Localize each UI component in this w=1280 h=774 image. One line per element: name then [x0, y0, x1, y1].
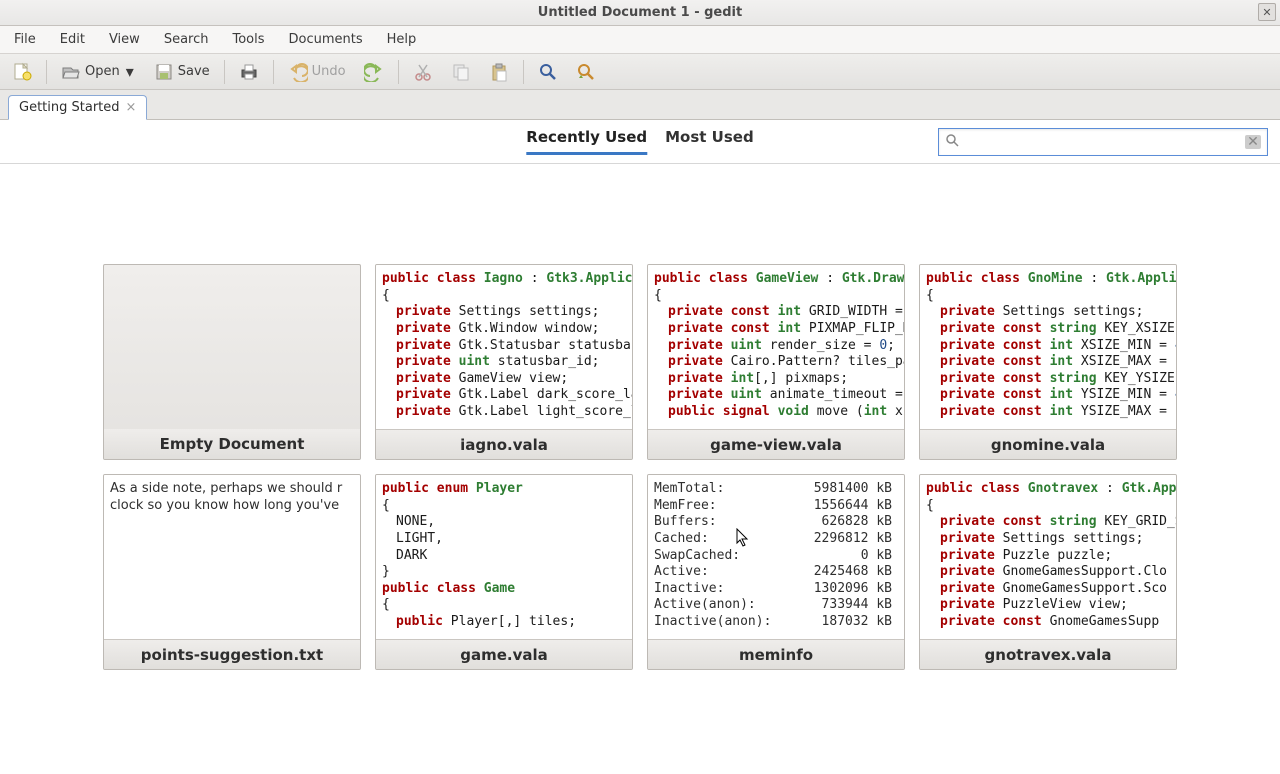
undo-icon [288, 62, 308, 82]
view-recently-used[interactable]: Recently Used [526, 128, 647, 155]
search-input[interactable] [963, 133, 1241, 150]
find-replace-icon [576, 62, 596, 82]
card-preview: public enum Player{NONE,LIGHT,DARK}publi… [376, 475, 632, 639]
card-title: points-suggestion.txt [104, 639, 360, 669]
toolbar-sep [273, 60, 274, 84]
menu-search[interactable]: Search [154, 29, 219, 50]
card-title: meminfo [648, 639, 904, 669]
tab-label: Getting Started [19, 100, 120, 115]
open-button[interactable]: Open ▾ [55, 59, 142, 85]
window-close-button[interactable]: ✕ [1258, 3, 1276, 21]
clear-search-icon[interactable]: ✕ [1245, 135, 1261, 149]
toolbar-sep [398, 60, 399, 84]
card-preview: public class GameView : Gtk.Draw{private… [648, 265, 904, 429]
card-gnotravex-vala[interactable]: public class Gnotravex : Gtk.Appli{priva… [919, 474, 1177, 670]
paste-button[interactable] [483, 59, 515, 85]
copy-button[interactable] [445, 59, 477, 85]
open-dropdown-icon[interactable]: ▾ [124, 62, 136, 82]
card-title: iagno.vala [376, 429, 632, 459]
document-save-icon [154, 62, 174, 82]
toolbar-sep [523, 60, 524, 84]
new-document-button[interactable] [6, 59, 38, 85]
toolbar-sep [46, 60, 47, 84]
card-gnomine-vala[interactable]: public class GnoMine : Gtk.Applica{priva… [919, 264, 1177, 460]
card-title: game.vala [376, 639, 632, 669]
copy-icon [451, 62, 471, 82]
card-game-vala[interactable]: public enum Player{NONE,LIGHT,DARK}publi… [375, 474, 633, 670]
undo-button[interactable]: Undo [282, 59, 352, 85]
card-title: gnomine.vala [920, 429, 1176, 459]
document-open-icon [61, 62, 81, 82]
menu-edit[interactable]: Edit [50, 29, 95, 50]
card-game-view-vala[interactable]: public class GameView : Gtk.Draw{private… [647, 264, 905, 460]
cut-icon [413, 62, 433, 82]
tab-getting-started[interactable]: Getting Started × [8, 95, 147, 120]
recent-documents-grid: Empty Document public class Iagno : Gtk3… [0, 164, 1280, 670]
tab-close-icon[interactable]: × [126, 100, 137, 115]
menu-documents[interactable]: Documents [279, 29, 373, 50]
document-tabbar: Getting Started × [0, 90, 1280, 120]
document-new-icon [12, 62, 32, 82]
menu-file[interactable]: File [4, 29, 46, 50]
redo-button[interactable] [358, 59, 390, 85]
open-label: Open [85, 64, 120, 79]
save-label: Save [178, 64, 210, 79]
find-replace-button[interactable] [570, 59, 602, 85]
view-bar: Recently Used Most Used ✕ [0, 120, 1280, 164]
search-icon [945, 133, 959, 151]
menu-view[interactable]: View [99, 29, 150, 50]
redo-icon [364, 62, 384, 82]
card-points-suggestion-txt[interactable]: As a side note, perhaps we should r cloc… [103, 474, 361, 670]
card-iagno-vala[interactable]: public class Iagno : Gtk3.Applicati{priv… [375, 264, 633, 460]
print-icon [239, 62, 259, 82]
card-preview: public class Gnotravex : Gtk.Appli{priva… [920, 475, 1176, 639]
paste-icon [489, 62, 509, 82]
card-title: gnotravex.vala [920, 639, 1176, 669]
card-title: game-view.vala [648, 429, 904, 459]
card-meminfo[interactable]: MemTotal:5981400 kBMemFree:1556644 kBBuf… [647, 474, 905, 670]
card-preview: MemTotal:5981400 kBMemFree:1556644 kBBuf… [648, 475, 904, 639]
window-title: Untitled Document 1 - gedit [538, 5, 742, 20]
menu-tools[interactable]: Tools [222, 29, 274, 50]
card-title: Empty Document [104, 429, 360, 459]
search-box[interactable]: ✕ [938, 128, 1268, 156]
toolbar-sep [224, 60, 225, 84]
card-preview: public class Iagno : Gtk3.Applicati{priv… [376, 265, 632, 429]
card-preview: As a side note, perhaps we should r cloc… [104, 475, 360, 639]
card-preview: public class GnoMine : Gtk.Applica{priva… [920, 265, 1176, 429]
card-preview [104, 265, 360, 429]
cut-button[interactable] [407, 59, 439, 85]
undo-label: Undo [312, 64, 346, 79]
toolbar: Open ▾ Save Undo [0, 54, 1280, 90]
print-button[interactable] [233, 59, 265, 85]
menu-help[interactable]: Help [377, 29, 427, 50]
menubar: File Edit View Search Tools Documents He… [0, 26, 1280, 54]
find-button[interactable] [532, 59, 564, 85]
titlebar: Untitled Document 1 - gedit ✕ [0, 0, 1280, 26]
save-button[interactable]: Save [148, 59, 216, 85]
find-icon [538, 62, 558, 82]
view-most-used[interactable]: Most Used [665, 128, 754, 155]
card-empty-document[interactable]: Empty Document [103, 264, 361, 460]
